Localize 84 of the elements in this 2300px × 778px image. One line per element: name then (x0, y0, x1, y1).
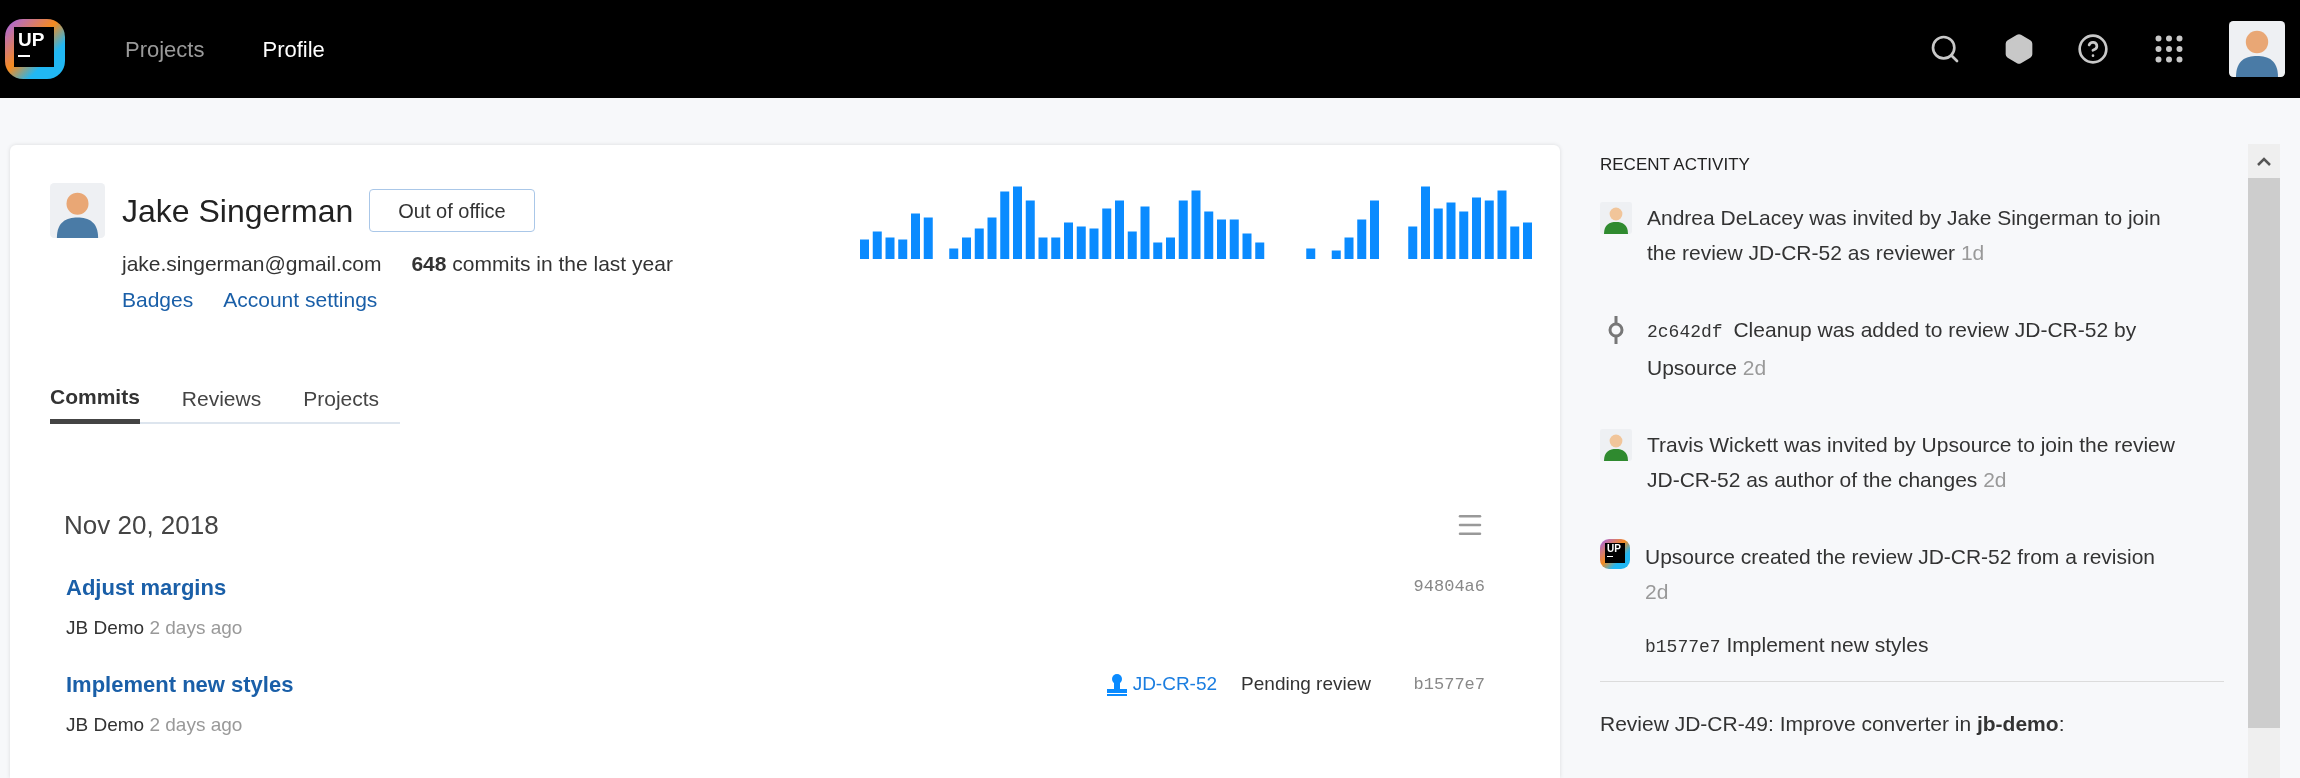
logo[interactable]: UP (1600, 538, 1630, 569)
activity-bar (1331, 250, 1341, 259)
activity-text: Travis Wickett was invited by Upsource to join the review JD-CR-52 as author of the changes 2d (1647, 431, 2176, 493)
tab[interactable]: Reviews (181, 381, 262, 422)
activity-bar (1178, 200, 1188, 259)
activity-bar (974, 228, 984, 259)
logo[interactable]: UP (5, 19, 65, 79)
commit-meta: JB Demo 2 days ago (66, 615, 244, 640)
stamp-icon (1104, 672, 1129, 697)
user-avatar-icon (2229, 21, 2285, 77)
activity-bar (1433, 208, 1443, 259)
search-icon[interactable] (1929, 33, 1961, 65)
activity-bar (1446, 202, 1456, 259)
activity-bar (1255, 242, 1265, 259)
commit-date: Nov 20, 2018 (64, 508, 219, 542)
commit-count: 648 commits in the last year (411, 251, 673, 277)
activity-bar (923, 217, 933, 259)
status-button[interactable]: Out of office (369, 189, 535, 232)
activity-bar (1497, 190, 1507, 259)
user-email: jake.singerman@gmail.com (122, 251, 382, 277)
activity-bar (987, 217, 997, 259)
logo-text: UP (18, 29, 46, 51)
commit-title[interactable]: Implement new styles (66, 668, 294, 701)
user-avatar (50, 183, 105, 238)
activity-bar (1217, 219, 1226, 259)
activity-bar (885, 237, 895, 259)
nav-link[interactable]: Profile (262, 32, 325, 66)
activity-bar (1025, 200, 1035, 259)
activity-bar (1484, 200, 1494, 259)
activity-bar (872, 231, 882, 259)
hexagon-icon[interactable] (2003, 33, 2035, 65)
user-name: Jake Singerman (122, 191, 354, 231)
account-link[interactable]: Badges (122, 283, 194, 315)
activity-bar (1064, 222, 1073, 259)
activity-bar (1242, 233, 1252, 259)
activity-text: 2c642df Cleanup was added to review JD-CR-52 by Upsource 2d (1647, 316, 2138, 381)
commit-hash: 94804a6 (1412, 576, 1485, 599)
activity-bar (1127, 231, 1137, 259)
activity-bar (1229, 219, 1239, 259)
activity-text: Upsource created the review JD-CR-52 from a revision 2d (1645, 543, 2157, 605)
activity-bar (1089, 228, 1099, 259)
commit-meta: JB Demo 2 days ago (66, 713, 244, 737)
help-icon[interactable] (2077, 33, 2109, 65)
activity-bar (1115, 200, 1124, 259)
commit-detail: b1577e7 Implement new styles (1645, 631, 1930, 659)
user-avatar-icon (1600, 201, 1632, 234)
logo-text: UP (1607, 542, 1622, 555)
activity-bar (1472, 197, 1481, 259)
activity-bar (1051, 237, 1061, 259)
activity-bar (1344, 237, 1354, 259)
activity-bar (1166, 237, 1175, 259)
activity-bar (962, 237, 971, 259)
activity-bar (1408, 226, 1418, 259)
user-avatar-icon (1600, 428, 1632, 461)
account-link[interactable]: Account settings (223, 283, 378, 315)
activity-bar (1000, 191, 1010, 259)
review-link[interactable]: JD-CR-52 (1104, 670, 1218, 699)
activity-bar (860, 239, 869, 259)
activity-bar (1204, 211, 1214, 259)
activity-bar (1370, 200, 1379, 259)
scroll-up-icon[interactable] (2256, 156, 2272, 166)
nav-link[interactable]: Projects (125, 32, 205, 66)
activity-bar (1102, 208, 1112, 259)
commit-hash: b1577e7 (1412, 673, 1485, 696)
activity-bar (1306, 248, 1316, 259)
activity-bar (1038, 237, 1048, 259)
review-status: Pending review (1241, 672, 1371, 697)
activity-bar (949, 248, 959, 259)
tab[interactable]: Projects (303, 381, 380, 422)
activity-bar (911, 213, 920, 259)
activity-bar (1191, 190, 1201, 259)
activity-text: Andrea DeLacey was invited by Jake Singerman to join the review JD-CR-52 as reviewer 1d (1647, 204, 2162, 266)
tab[interactable]: Commits (50, 381, 140, 424)
activity-bar (1357, 219, 1367, 259)
activity-bar (1140, 206, 1150, 259)
activity-bar (1510, 226, 1520, 259)
commit-title[interactable]: Adjust margins (66, 570, 227, 604)
activity-bar (1076, 226, 1086, 259)
activity-bar (1153, 242, 1163, 259)
activity-bar (898, 239, 908, 259)
activity-bar (1459, 211, 1469, 259)
activity-bar (1523, 222, 1532, 259)
section-title: RECENT ACTIVITY (1600, 154, 1751, 176)
review-summary: Review JD-CR-49: Improve converter in jb-demo: (1600, 710, 2066, 737)
